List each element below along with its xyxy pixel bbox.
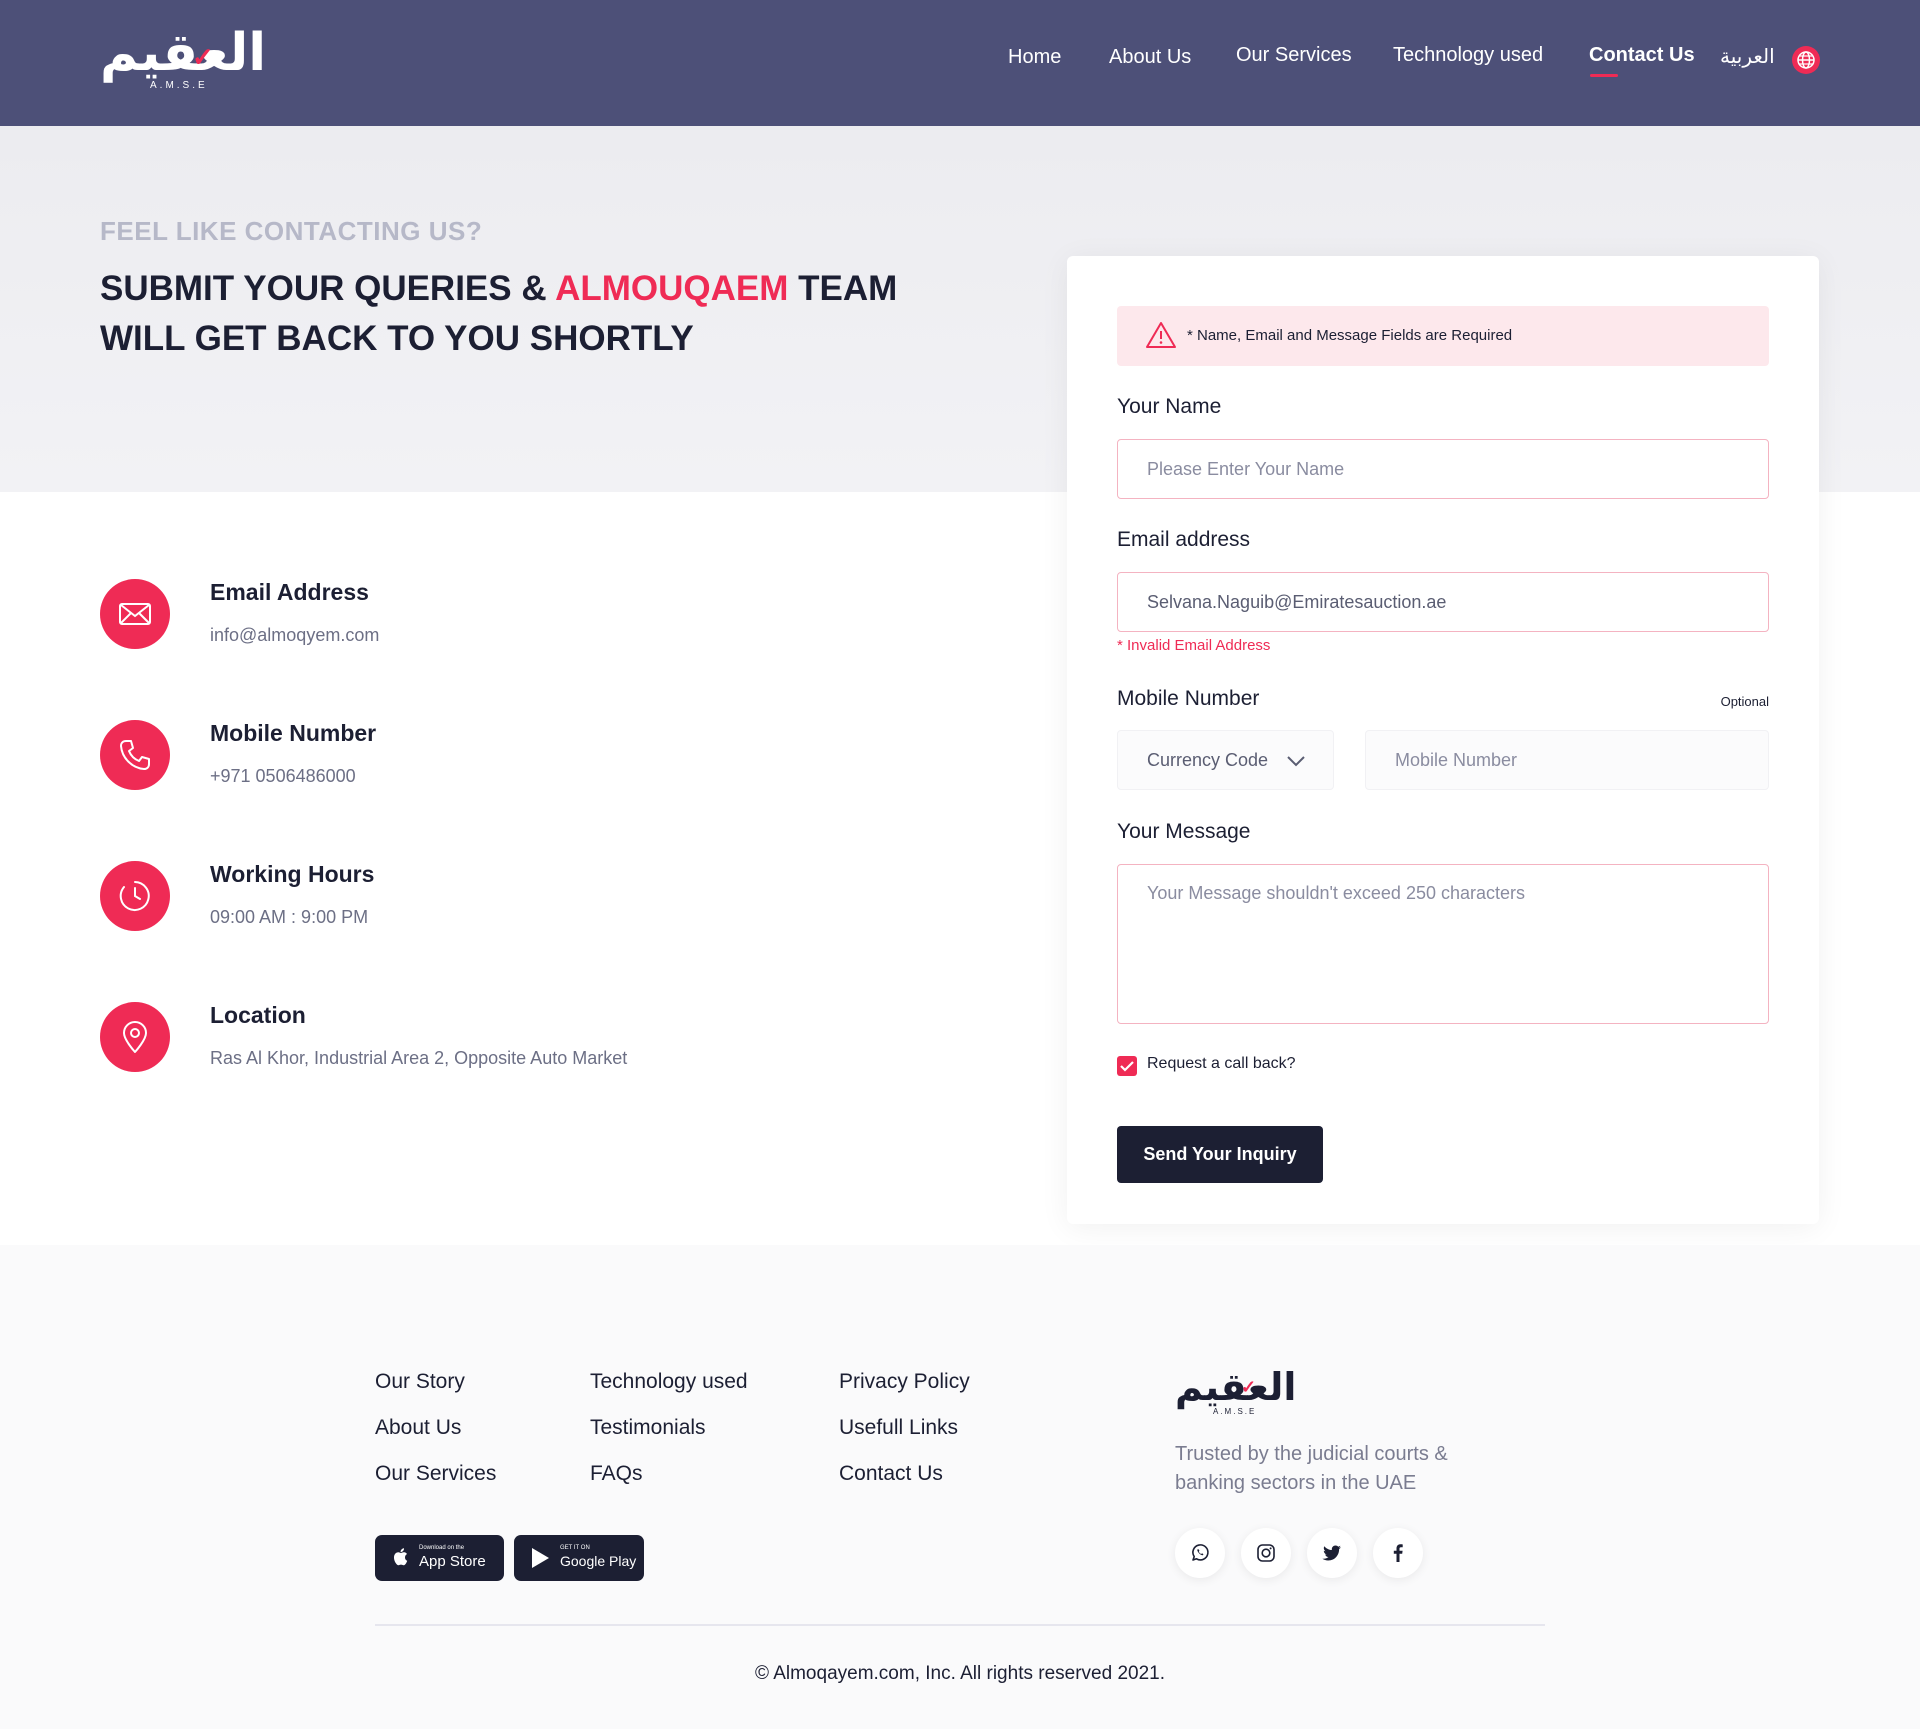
alert-text: * Name, Email and Message Fields are Req… [1187,327,1513,344]
play-icon [532,1548,549,1568]
contact-info-value: Ras Al Khor, Industrial Area 2, Opposite… [210,1048,628,1068]
envelope-icon [100,579,170,649]
hero-title-brand: ALMOUQAEM [555,269,789,308]
footer-link-faqs[interactable]: FAQs [590,1462,643,1486]
footer-link-testimonials[interactable]: Testimonials [590,1416,706,1440]
chevron-down-icon [1287,756,1305,767]
name-label: Your Name [1117,395,1222,418]
contact-info-hours: Working Hours 09:00 AM : 9:00 PM [100,861,800,941]
checkmark-icon [1120,1061,1134,1072]
contact-info-value: 09:00 AM : 9:00 PM [210,907,369,927]
hero-eyebrow: FEEL LIKE CONTACTING US? [100,216,483,246]
mobile-label: Mobile Number [1117,687,1260,710]
contact-info-title: Working Hours [210,861,375,887]
footer-logo-subtitle: A.M.S.E [1213,1407,1257,1416]
copyright-text: © Almoqayem.com, Inc. All rights reserve… [754,1663,1165,1684]
nav-about-us[interactable]: About Us [1109,42,1191,72]
name-input[interactable] [1117,439,1769,499]
footer-link-about-us[interactable]: About Us [375,1416,461,1440]
email-label: Email address [1117,528,1251,551]
clock-icon [100,861,170,931]
email-input[interactable] [1117,572,1769,632]
site-footer: Our Story About Us Our Services Technolo… [0,1245,1920,1729]
app-store-small-text: Download on the [419,1545,465,1551]
optional-tag: Optional [1720,694,1769,709]
callback-checkbox[interactable] [1117,1056,1137,1076]
contact-info-title: Email Address [210,579,369,605]
facebook-icon[interactable] [1373,1528,1423,1578]
send-inquiry-button[interactable]: Send Your Inquiry [1117,1126,1323,1183]
hero-title-part1: SUBMIT YOUR QUERIES & [100,269,556,308]
app-store-text: App Store [419,1553,486,1570]
footer-link-our-services[interactable]: Our Services [375,1462,496,1486]
contact-info-mobile: Mobile Number +971 0506486000 [100,720,800,800]
footer-link-technology[interactable]: Technology used [590,1370,748,1394]
footer-logo-arabic-text: العقيم [1175,1365,1297,1409]
nav-contact-us[interactable]: Contact Us [1589,40,1695,70]
footer-link-useful-links[interactable]: Usefull Links [839,1416,958,1440]
footer-link-our-story[interactable]: Our Story [375,1370,465,1394]
contact-info-value: +971 0506486000 [210,766,356,786]
message-textarea[interactable] [1117,864,1769,1024]
contact-info-value: info@almoqyem.com [210,625,380,645]
country-code-placeholder: Currency Code [1147,750,1269,770]
nav-home[interactable]: Home [1008,42,1061,72]
phone-icon [100,720,170,790]
hero-title: SUBMIT YOUR QUERIES & ALMOUQAEM TEAM WIL… [100,264,900,364]
globe-icon[interactable] [1792,46,1820,74]
twitter-icon[interactable] [1307,1528,1357,1578]
required-fields-alert: * Name, Email and Message Fields are Req… [1117,306,1769,366]
footer-link-contact-us[interactable]: Contact Us [839,1462,943,1486]
email-error-text: * Invalid Email Address [1117,637,1271,654]
contact-info-location: Location Ras Al Khor, Industrial Area 2,… [100,1002,800,1082]
location-pin-icon [100,1002,170,1072]
app-store-badge[interactable]: Download on the App Store [375,1535,504,1581]
google-play-badge[interactable]: GET IT ON Google Play [514,1535,644,1581]
active-nav-indicator [1590,74,1618,77]
main-nav: Home About Us Our Services Technology us… [0,42,1920,82]
footer-divider [375,1624,1545,1626]
footer-logo[interactable]: العقيم ✓ A.M.S.E [1175,1365,1296,1420]
google-play-text: Google Play [560,1553,637,1569]
warning-icon [1146,322,1176,348]
contact-info-title: Location [210,1002,306,1028]
footer-tagline: Trusted by the judicial courts & banking… [1175,1443,1448,1494]
contact-info-title: Mobile Number [210,720,377,746]
nav-technology-used[interactable]: Technology used [1393,40,1543,70]
contact-form-card: * Name, Email and Message Fields are Req… [1067,256,1819,1224]
message-label: Your Message [1117,820,1251,843]
country-code-select[interactable]: Currency Code [1117,730,1334,790]
footer-link-privacy[interactable]: Privacy Policy [839,1370,970,1394]
instagram-icon[interactable] [1241,1528,1291,1578]
contact-info-email: Email Address info@almoqyem.com [100,579,800,659]
whatsapp-icon[interactable] [1175,1528,1225,1578]
mobile-number-input[interactable] [1365,730,1769,790]
apple-icon [393,1548,408,1566]
google-play-small-text: GET IT ON [560,1545,590,1551]
nav-our-services[interactable]: Our Services [1236,40,1352,70]
callback-label[interactable]: Request a call back? [1147,1055,1296,1073]
site-header: العقيم ✓ A.M.S.E Home About Us Our Servi… [0,0,1920,126]
footer-logo-check-mark: ✓ [1241,1377,1257,1397]
language-switch[interactable]: العربية [1720,44,1775,68]
